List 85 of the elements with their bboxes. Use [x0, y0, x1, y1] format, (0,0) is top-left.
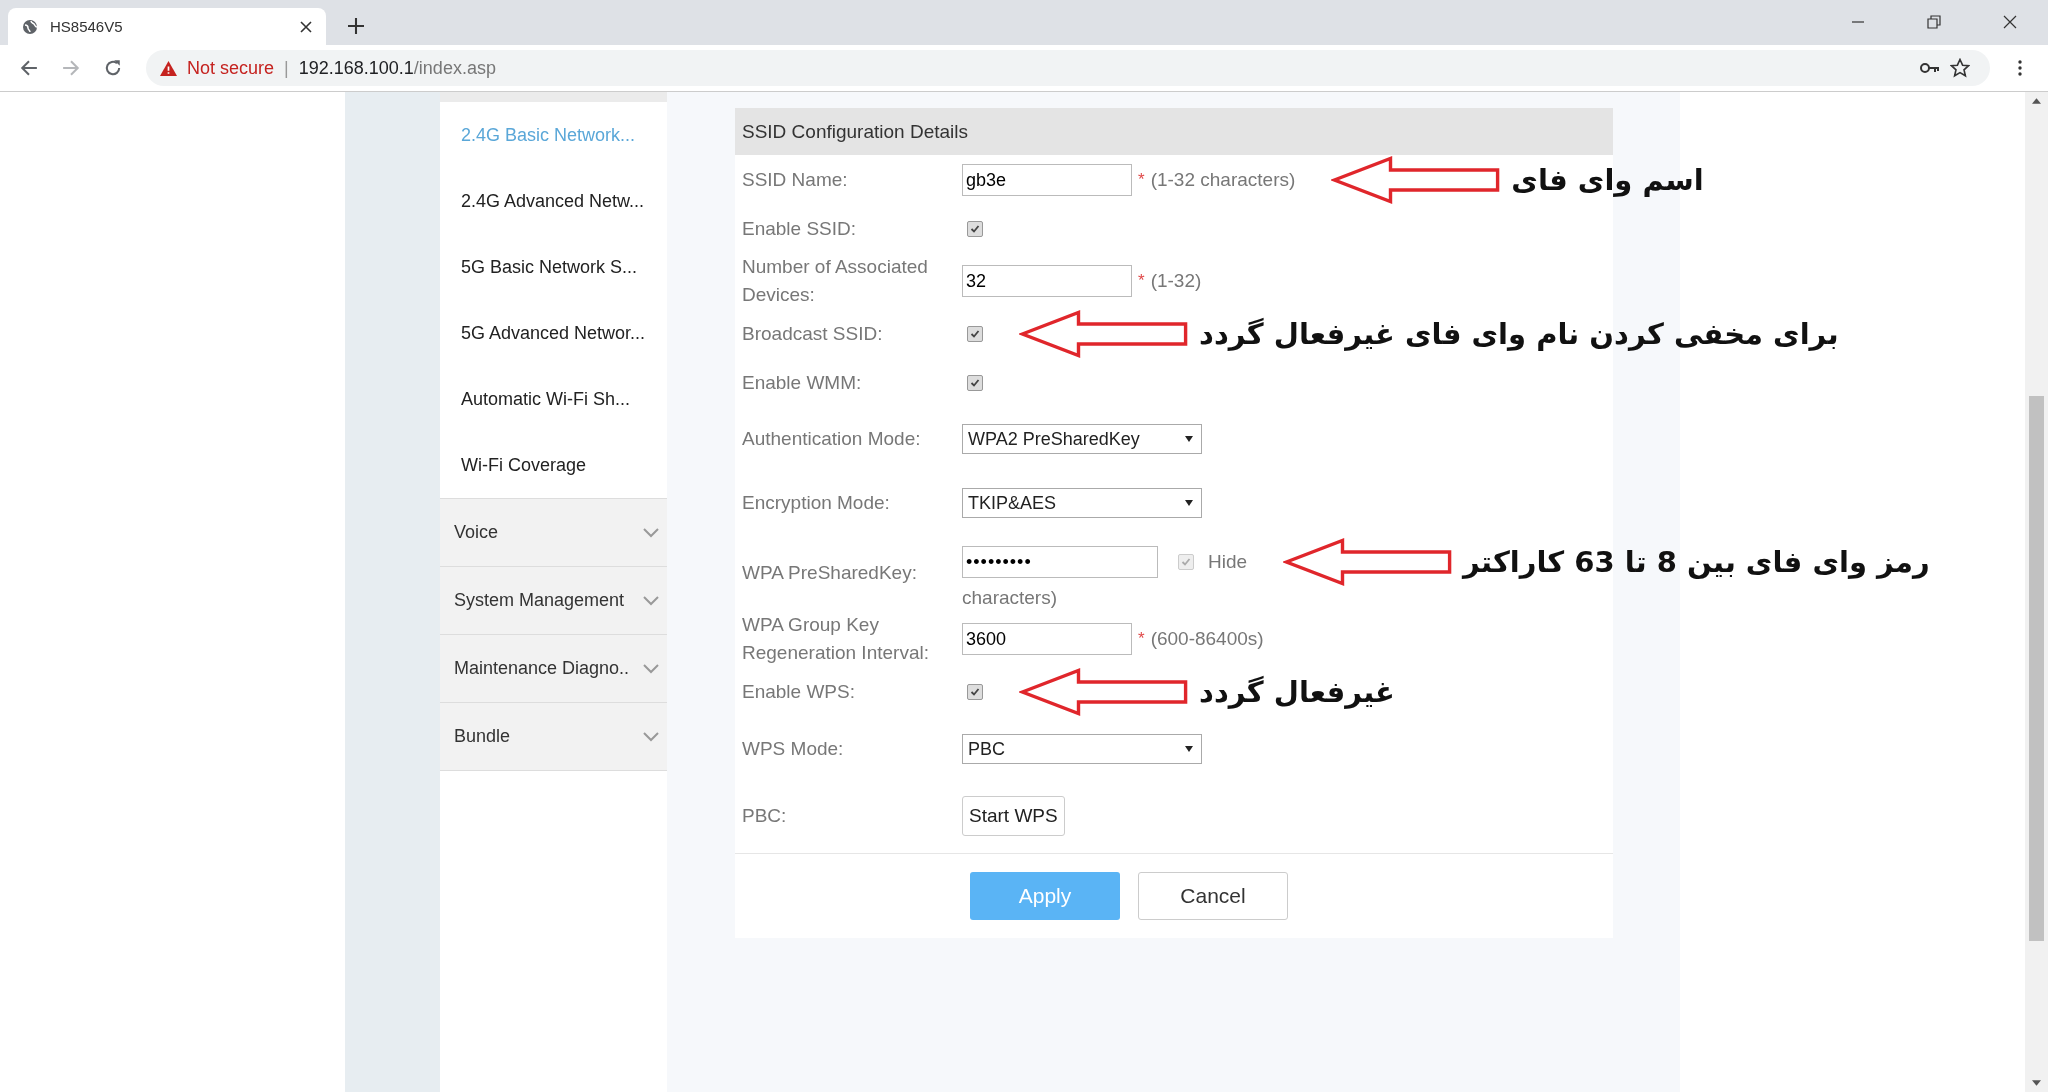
field-label: WPA Group Key Regeneration Interval: — [742, 613, 930, 665]
security-label[interactable]: Not secure — [187, 57, 275, 79]
scroll-thumb[interactable] — [2029, 396, 2044, 941]
arrow-icon — [1283, 537, 1454, 587]
checkbox[interactable] — [967, 375, 983, 391]
arrow-icon — [1331, 155, 1502, 205]
field-label: Encryption Mode: — [742, 491, 891, 515]
password-field[interactable]: ••••••••• — [962, 546, 1158, 578]
arrow-icon — [1019, 309, 1189, 359]
scroll-down-icon[interactable] — [2032, 1080, 2041, 1086]
hint-text: (1-32) — [1150, 270, 1202, 292]
field-label: WPS Mode: — [742, 737, 845, 761]
check-icon — [970, 329, 980, 339]
required-mark: * — [1138, 170, 1145, 190]
hide-label: Hide — [1208, 551, 1248, 573]
hide-checkbox[interactable] — [1178, 554, 1194, 570]
hint-text: characters) — [962, 587, 1059, 609]
input-field[interactable]: 32 — [962, 265, 1132, 297]
sidebar-group[interactable]: Maintenance Diagno.. — [440, 634, 667, 702]
scrollbar[interactable] — [2025, 92, 2048, 1092]
hint-text: (600-86400s) — [1150, 628, 1264, 650]
key-icon[interactable] — [1920, 62, 1940, 74]
group-label: Voice — [454, 522, 499, 543]
group-label: System Management — [454, 590, 625, 611]
star-icon[interactable] — [1950, 58, 1970, 78]
check-icon — [970, 224, 980, 234]
new-tab-icon[interactable] — [348, 18, 364, 34]
field-label: Authentication Mode: — [742, 427, 922, 451]
input-field[interactable]: 3600 — [962, 623, 1132, 655]
section-title: SSID Configuration Details — [735, 108, 1613, 155]
field-label: Enable WPS: — [742, 680, 856, 704]
sidebar-item[interactable]: Wi-Fi Coverage — [440, 432, 667, 498]
field-label: SSID Name: — [742, 168, 849, 192]
annotation-text: برای مخفی کردن نام وای فای غیرفعال گردد — [1199, 317, 1839, 351]
group-label: Bundle — [454, 726, 511, 747]
field-label: Number of Associated Devices: — [742, 255, 929, 307]
sidebar-group[interactable]: Bundle — [440, 702, 667, 771]
reload-icon[interactable] — [104, 59, 122, 77]
dropdown[interactable]: TKIP&AES — [962, 488, 1202, 518]
checkbox[interactable] — [967, 684, 983, 700]
menu-icon[interactable] — [2018, 60, 2022, 76]
check-icon — [970, 687, 980, 697]
dropdown-arrow-icon — [1185, 436, 1193, 442]
group-label: Maintenance Diagno.. — [454, 658, 630, 679]
check-icon — [1181, 557, 1191, 567]
field-label: WPA PreSharedKey: — [742, 561, 918, 585]
hint-text: (1-32 characters) — [1150, 169, 1296, 191]
sidebar-item[interactable]: Automatic Wi-Fi Sh... — [440, 366, 667, 432]
field-label: Enable WMM: — [742, 371, 863, 395]
checkbox[interactable] — [967, 221, 983, 237]
input-field[interactable]: gb3e — [962, 164, 1132, 196]
field-label: PBC: — [742, 804, 788, 828]
cancel-button[interactable]: Cancel — [1138, 872, 1288, 920]
separator: | — [284, 57, 289, 79]
close-icon[interactable] — [300, 20, 312, 33]
annotation-text: رمز وای فای بین 8 تا 63 کاراکتر — [1463, 545, 1930, 579]
sidebar-item[interactable]: 5G Advanced Networ... — [440, 300, 667, 366]
warning-icon — [160, 60, 177, 76]
annotation-text: اسم وای فای — [1511, 163, 1704, 197]
browser-tab[interactable]: HS8546V5 — [8, 8, 326, 45]
field-label: Enable SSID: — [742, 217, 858, 241]
checkbox[interactable] — [967, 326, 983, 342]
restore-icon[interactable] — [1927, 15, 1941, 29]
annotation-text: غیرفعال گردد — [1199, 675, 1395, 709]
dropdown-arrow-icon — [1185, 500, 1193, 506]
globe-icon — [22, 18, 38, 35]
dropdown[interactable]: PBC — [962, 734, 1202, 764]
required-mark: * — [1138, 629, 1145, 649]
sidebar-item[interactable]: 5G Basic Network S... — [440, 234, 667, 300]
address-bar[interactable]: Not secure | 192.168.100.1/index.asp — [146, 50, 1990, 86]
arrow-icon — [1019, 667, 1189, 717]
scroll-up-icon[interactable] — [2032, 98, 2041, 104]
dropdown[interactable]: WPA2 PreSharedKey — [962, 424, 1202, 454]
sidebar-group[interactable]: Voice — [440, 498, 667, 566]
url-text[interactable]: 192.168.100.1/index.asp — [298, 57, 496, 79]
sidebar-item[interactable]: 2.4G Advanced Netw... — [440, 168, 667, 234]
start-wps-button[interactable]: Start WPS — [962, 796, 1065, 836]
back-icon[interactable] — [20, 59, 38, 77]
check-icon — [970, 378, 980, 388]
required-mark: * — [1138, 271, 1145, 291]
sidebar-group[interactable]: System Management — [440, 566, 667, 634]
dropdown-arrow-icon — [1185, 746, 1193, 752]
close-icon[interactable] — [2003, 15, 2017, 29]
tab-title: HS8546V5 — [50, 18, 124, 35]
field-label: Broadcast SSID: — [742, 322, 884, 346]
